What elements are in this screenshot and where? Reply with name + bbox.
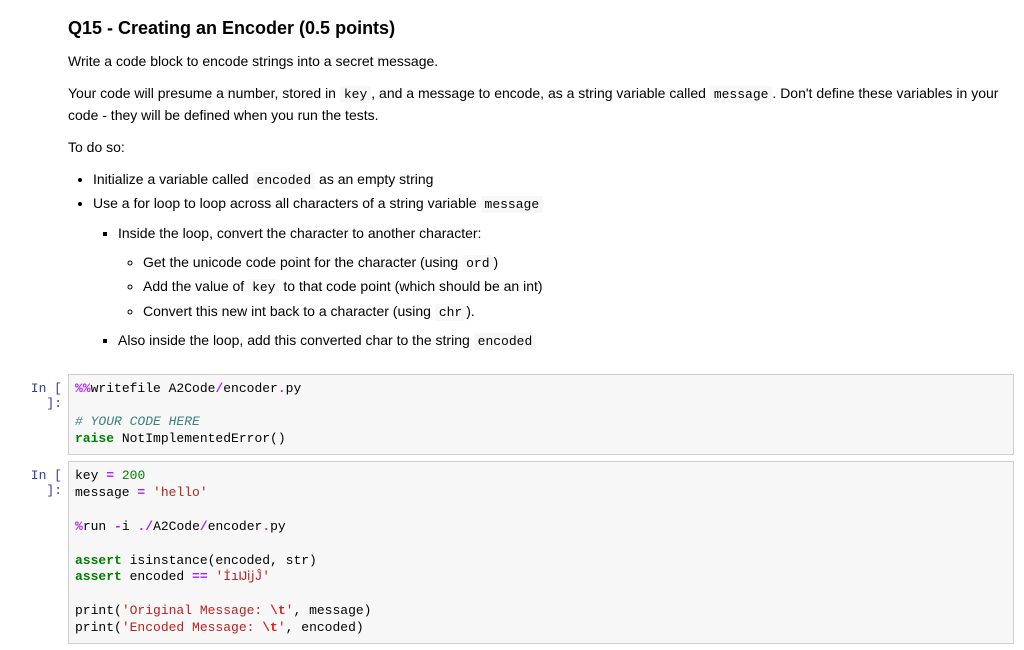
token: 200 xyxy=(122,468,145,483)
heading-q15: Q15 - Creating an Encoder (0.5 points) xyxy=(68,18,1014,39)
text: Get the unicode code point for the chara… xyxy=(143,254,462,270)
token: ' xyxy=(286,603,294,618)
token: py xyxy=(286,381,302,396)
nested-list: Inside the loop, convert the character t… xyxy=(93,223,1014,352)
instruction-list: Initialize a variable called encoded as … xyxy=(68,169,1014,352)
token: 'Original Message: xyxy=(122,603,270,618)
token: writefile A2Code xyxy=(91,381,216,396)
list-item: Use a for loop to loop across all charac… xyxy=(93,193,1014,352)
token: \t xyxy=(270,603,286,618)
markdown-cell: Q15 - Creating an Encoder (0.5 points) W… xyxy=(0,0,1024,368)
code-ord: ord xyxy=(462,255,493,272)
code-input[interactable]: key = 200 message = 'hello' %run -i ./A2… xyxy=(68,461,1014,644)
token: encoded xyxy=(122,569,192,584)
token: encoder xyxy=(223,381,278,396)
text: Initialize a variable called xyxy=(93,171,253,187)
notebook: Q15 - Creating an Encoder (0.5 points) W… xyxy=(0,0,1024,644)
token: print( xyxy=(75,603,122,618)
text: Also inside the loop, add this converted… xyxy=(118,332,474,348)
paragraph-vars: Your code will presume a number, stored … xyxy=(68,83,1014,126)
code-input[interactable]: %%writefile A2Code/encoder.py # YOUR COD… xyxy=(68,374,1014,456)
list-item: Initialize a variable called encoded as … xyxy=(93,169,1014,191)
token: , encoded) xyxy=(286,620,364,635)
token: 'İıĲĳĴ' xyxy=(215,569,270,584)
text: Use a for loop to loop across all charac… xyxy=(93,195,481,211)
token: . xyxy=(278,381,286,396)
code-chr: chr xyxy=(435,304,466,321)
paragraph-intro: Write a code block to encode strings int… xyxy=(68,51,1014,72)
text: Inside the loop, convert the character t… xyxy=(118,225,481,241)
token: \t xyxy=(262,620,278,635)
code-key: key xyxy=(248,279,279,296)
text: , and a message to encode, as a string v… xyxy=(371,85,710,101)
token: ' xyxy=(278,620,286,635)
token: %% xyxy=(75,381,91,396)
token: 'hello' xyxy=(153,485,208,500)
code-cell-2[interactable]: In [ ]: key = 200 message = 'hello' %run… xyxy=(10,461,1014,644)
token: NotImplementedError() xyxy=(114,431,286,446)
input-prompt: In [ ]: xyxy=(10,461,68,498)
text: Your code will presume a number, stored … xyxy=(68,85,340,101)
text: Add the value of xyxy=(143,278,248,294)
token: / xyxy=(200,519,208,534)
token: encoder xyxy=(208,519,263,534)
token: py xyxy=(270,519,286,534)
token: - xyxy=(114,519,122,534)
code-encoded: encoded xyxy=(253,172,316,189)
list-item: Convert this new int back to a character… xyxy=(143,301,1014,323)
token: % xyxy=(75,519,83,534)
token: isinstance(encoded, str) xyxy=(122,553,317,568)
text: to that code point (which should be an i… xyxy=(279,278,542,294)
text: ) xyxy=(494,254,499,270)
paragraph-todo: To do so: xyxy=(68,137,1014,158)
list-item: Also inside the loop, add this converted… xyxy=(118,330,1014,352)
token: message xyxy=(75,485,137,500)
code-key: key xyxy=(340,86,371,103)
token: run xyxy=(83,519,114,534)
text: Convert this new int back to a character… xyxy=(143,303,435,319)
nested-list: Get the unicode code point for the chara… xyxy=(118,252,1014,323)
token: . xyxy=(262,519,270,534)
token: = xyxy=(106,468,114,483)
token: raise xyxy=(75,431,114,446)
token: key xyxy=(75,468,106,483)
token: i xyxy=(122,519,138,534)
token: , message) xyxy=(293,603,371,618)
code-cell-1[interactable]: In [ ]: %%writefile A2Code/encoder.py # … xyxy=(10,374,1014,456)
token xyxy=(145,485,153,500)
text: ). xyxy=(466,303,475,319)
token: print( xyxy=(75,620,122,635)
list-item: Get the unicode code point for the chara… xyxy=(143,252,1014,274)
code-message: message xyxy=(710,86,773,103)
token: 'Encoded Message: xyxy=(122,620,262,635)
list-item: Add the value of key to that code point … xyxy=(143,276,1014,298)
input-prompt: In [ ]: xyxy=(10,374,68,411)
code-encoded: encoded xyxy=(474,333,537,350)
list-item: Inside the loop, convert the character t… xyxy=(118,223,1014,323)
token xyxy=(114,468,122,483)
token: / xyxy=(145,519,153,534)
token: == xyxy=(192,569,208,584)
token: # YOUR CODE HERE xyxy=(75,414,200,429)
token: assert xyxy=(75,569,122,584)
token: assert xyxy=(75,553,122,568)
token: A2Code xyxy=(153,519,200,534)
text: as an empty string xyxy=(315,171,433,187)
code-message: message xyxy=(481,196,544,213)
